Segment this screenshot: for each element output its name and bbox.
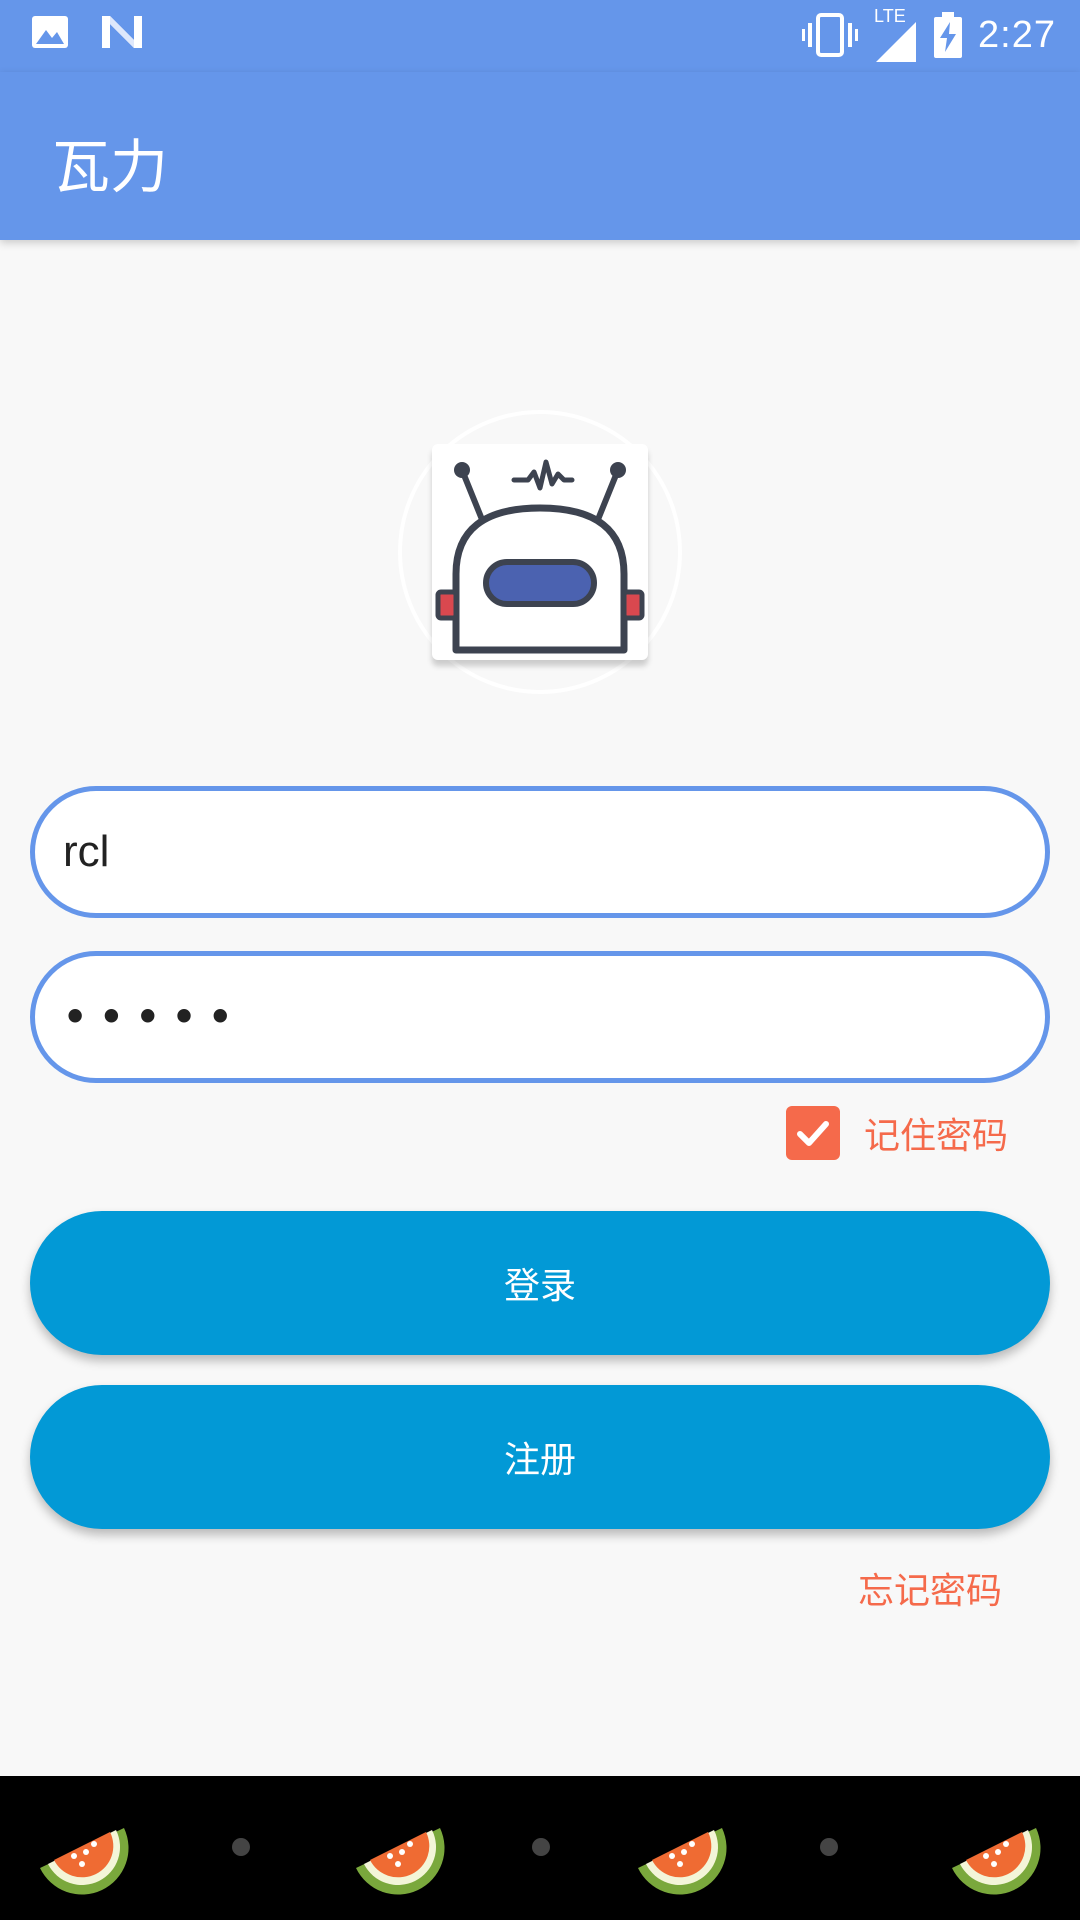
remember-password-checkbox[interactable]: [786, 1106, 840, 1160]
status-right-icons: LTE 2:27: [802, 6, 1056, 62]
status-bar: LTE 2:27: [0, 0, 1080, 72]
watermelon-icon: [40, 1828, 129, 1895]
password-input[interactable]: •••••: [30, 951, 1050, 1083]
watermelon-icon: [952, 1828, 1041, 1895]
login-button[interactable]: 登录: [30, 1211, 1050, 1355]
remember-password-label[interactable]: 记住密码: [864, 1107, 1008, 1159]
password-mask: •••••: [63, 995, 245, 1039]
separator-dot: [232, 1838, 250, 1856]
image-icon: [32, 16, 68, 48]
register-button[interactable]: 注册: [30, 1385, 1050, 1529]
vibrate-icon: [802, 13, 859, 57]
logo-avatar: [398, 410, 682, 694]
watermelon-icon: [356, 1828, 445, 1895]
n-icon: [102, 16, 142, 48]
username-value: rcl: [63, 827, 110, 876]
signal-icon: [876, 22, 917, 62]
separator-dot: [532, 1838, 550, 1856]
forgot-password-link[interactable]: 忘记密码: [858, 1562, 1002, 1614]
remember-password-row[interactable]: 记住密码: [786, 1106, 1008, 1160]
robot-icon: [435, 459, 645, 654]
separator-dot: [820, 1838, 838, 1856]
status-time: 2:27: [978, 13, 1056, 56]
check-icon: [797, 1121, 829, 1146]
status-left-icons: [30, 12, 144, 52]
battery-charging-icon: [934, 12, 963, 58]
signal-indicator: LTE: [874, 6, 918, 62]
watermelon-icon: [638, 1828, 727, 1895]
app-title: 瓦力: [52, 133, 169, 201]
app-bar: 瓦力: [0, 72, 1080, 240]
username-input[interactable]: rcl: [30, 786, 1050, 918]
logo-card: [432, 444, 648, 660]
bottom-decoration-strip: [0, 1776, 1080, 1920]
